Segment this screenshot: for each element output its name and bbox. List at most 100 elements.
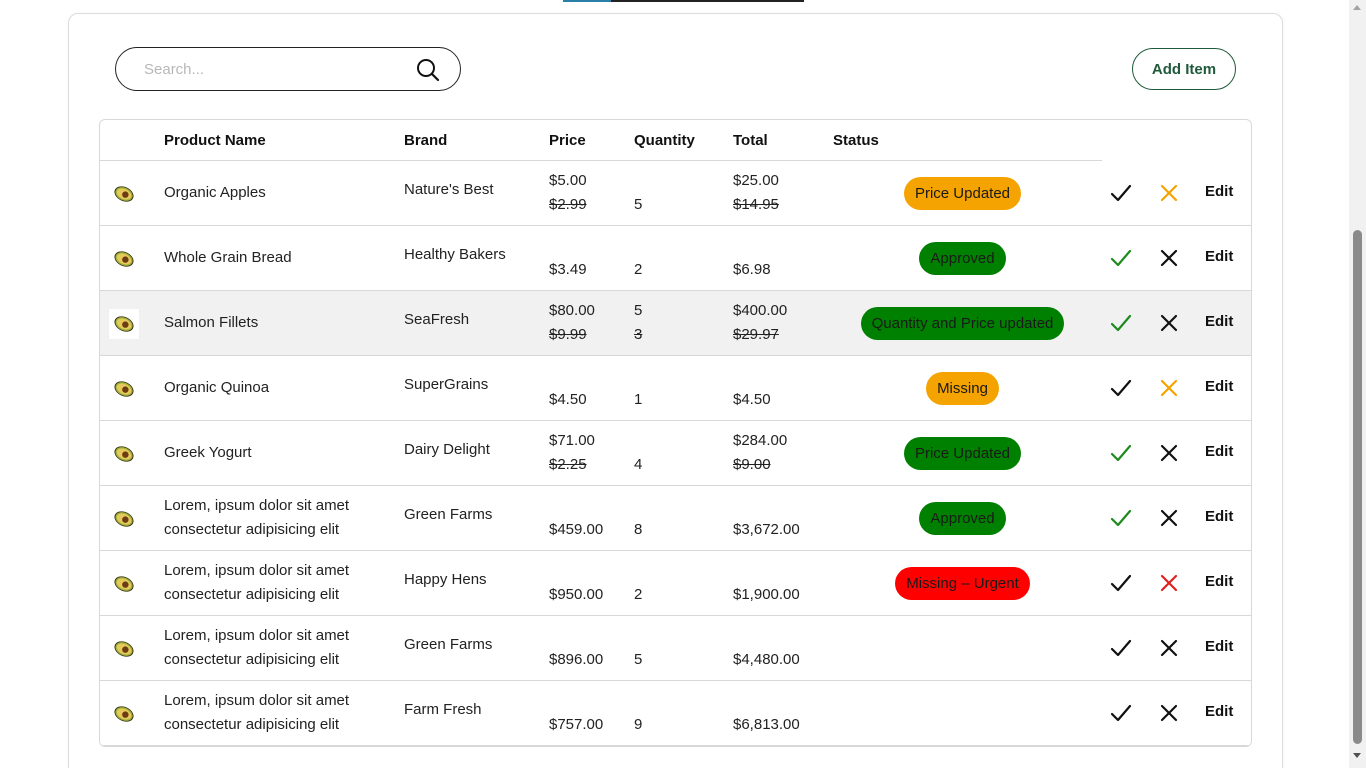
avocado-icon — [109, 439, 139, 469]
quantity-new: 5 — [634, 302, 643, 319]
price: $4.50 — [549, 391, 587, 408]
edit-button[interactable]: Edit — [1205, 378, 1233, 395]
product-brand: Green Farms — [404, 506, 493, 523]
approve-checkmark-icon[interactable] — [1109, 311, 1133, 335]
table-row: Lorem, ipsum dolor sit amet consectetur … — [100, 681, 1251, 746]
total-old: $9.00 — [733, 456, 771, 473]
avocado-icon — [109, 634, 139, 664]
reject-close-icon[interactable] — [1157, 181, 1181, 205]
product-name: Organic Apples — [164, 184, 266, 201]
reject-close-icon[interactable] — [1157, 311, 1181, 335]
table-header: Product Name Brand Price Quantity Total … — [100, 120, 1102, 161]
approve-checkmark-icon[interactable] — [1109, 246, 1133, 270]
approve-checkmark-icon[interactable] — [1109, 701, 1133, 725]
approve-checkmark-icon[interactable] — [1109, 636, 1133, 660]
status-cell: Quantity and Price updated — [845, 307, 1080, 340]
reject-close-icon[interactable] — [1157, 376, 1181, 400]
table-row: Lorem, ipsum dolor sit amet consectetur … — [100, 616, 1251, 681]
total-new: $400.00 — [733, 302, 788, 319]
status-cell: Approved — [845, 242, 1080, 275]
edit-button[interactable]: Edit — [1205, 183, 1233, 200]
header-status[interactable]: Status — [833, 132, 879, 149]
product-name: Lorem, ipsum dolor sit amet consectetur … — [164, 692, 350, 733]
search-input[interactable] — [144, 58, 404, 80]
avocado-icon — [109, 179, 139, 209]
scroll-up-arrow-icon[interactable] — [1353, 5, 1361, 10]
status-badge: Price Updated — [903, 177, 1022, 210]
status-badge: Approved — [919, 502, 1006, 535]
quantity: 5 — [634, 196, 643, 213]
approve-checkmark-icon[interactable] — [1109, 571, 1133, 595]
product-name: Lorem, ipsum dolor sit amet consectetur … — [164, 497, 350, 538]
product-brand: Healthy Bakers — [404, 246, 506, 263]
total-new: $284.00 — [733, 432, 788, 449]
product-brand: SuperGrains — [404, 376, 489, 393]
scrollbar-thumb[interactable] — [1353, 230, 1362, 744]
header-quantity[interactable]: Quantity — [634, 132, 695, 149]
add-item-button[interactable]: Add Item — [1132, 48, 1236, 90]
quantity: 8 — [634, 521, 643, 538]
edit-button[interactable]: Edit — [1205, 638, 1233, 655]
reject-close-icon[interactable] — [1157, 571, 1181, 595]
quantity: 9 — [634, 716, 643, 733]
status-cell: Approved — [845, 502, 1080, 535]
price-old: $2.99 — [549, 196, 587, 213]
avocado-icon — [109, 374, 139, 404]
status-cell: Missing — [845, 372, 1080, 405]
header-price[interactable]: Price — [549, 132, 586, 149]
avocado-icon — [109, 309, 139, 339]
product-brand: SeaFresh — [404, 311, 470, 328]
approve-checkmark-icon[interactable] — [1109, 506, 1133, 530]
header-product-name[interactable]: Product Name — [164, 132, 266, 149]
approve-checkmark-icon[interactable] — [1109, 441, 1133, 465]
total: $6.98 — [733, 261, 771, 278]
product-brand: Farm Fresh — [404, 701, 482, 718]
quantity: 1 — [634, 391, 643, 408]
header-total[interactable]: Total — [733, 132, 768, 149]
status-badge: Quantity and Price updated — [860, 307, 1065, 340]
status-badge: Approved — [919, 242, 1006, 275]
table-row: Salmon Fillets SeaFresh $80.00 $9.99 5 3 $400.… — [100, 291, 1251, 356]
table-row: Lorem, ipsum dolor sit amet consectetur … — [100, 551, 1251, 616]
quantity: 5 — [634, 651, 643, 668]
reject-close-icon[interactable] — [1157, 506, 1181, 530]
table-row: Organic Apples Nature's Best $5.00 $2.99 5 $2… — [100, 161, 1251, 226]
table-row: Greek Yogurt Dairy Delight $71.00 $2.25 4 $28… — [100, 421, 1251, 486]
top-tab-underline — [563, 0, 804, 2]
quantity: 2 — [634, 586, 643, 603]
price-new: $71.00 — [549, 432, 595, 449]
status-cell: Missing – Urgent — [845, 567, 1080, 600]
reject-close-icon[interactable] — [1157, 701, 1181, 725]
search-icon[interactable] — [416, 58, 440, 82]
edit-button[interactable]: Edit — [1205, 508, 1233, 525]
approve-checkmark-icon[interactable] — [1109, 181, 1133, 205]
total-old: $29.97 — [733, 326, 779, 343]
edit-button[interactable]: Edit — [1205, 248, 1233, 265]
vertical-scrollbar[interactable] — [1349, 0, 1366, 768]
edit-button[interactable]: Edit — [1205, 313, 1233, 330]
table-row: Organic Quinoa SuperGrains $4.50 1 $4.50 Miss… — [100, 356, 1251, 421]
total: $4.50 — [733, 391, 771, 408]
product-name: Lorem, ipsum dolor sit amet consectetur … — [164, 627, 350, 668]
reject-close-icon[interactable] — [1157, 246, 1181, 270]
product-brand: Dairy Delight — [404, 441, 490, 458]
product-brand: Happy Hens — [404, 571, 487, 588]
price: $896.00 — [549, 651, 604, 668]
reject-close-icon[interactable] — [1157, 441, 1181, 465]
status-badge: Missing – Urgent — [895, 567, 1030, 600]
search-box[interactable] — [115, 47, 461, 91]
price-old: $9.99 — [549, 326, 587, 343]
product-name: Whole Grain Bread — [164, 249, 292, 266]
edit-button[interactable]: Edit — [1205, 573, 1233, 590]
status-badge: Price Updated — [903, 437, 1022, 470]
reject-close-icon[interactable] — [1157, 636, 1181, 660]
edit-button[interactable]: Edit — [1205, 703, 1233, 720]
total-old: $14.95 — [733, 196, 779, 213]
approve-checkmark-icon[interactable] — [1109, 376, 1133, 400]
avocado-icon — [109, 244, 139, 274]
edit-button[interactable]: Edit — [1205, 443, 1233, 460]
avocado-icon — [109, 699, 139, 729]
header-brand[interactable]: Brand — [404, 132, 447, 149]
scroll-down-arrow-icon[interactable] — [1353, 753, 1361, 758]
total: $4,480.00 — [733, 651, 800, 668]
